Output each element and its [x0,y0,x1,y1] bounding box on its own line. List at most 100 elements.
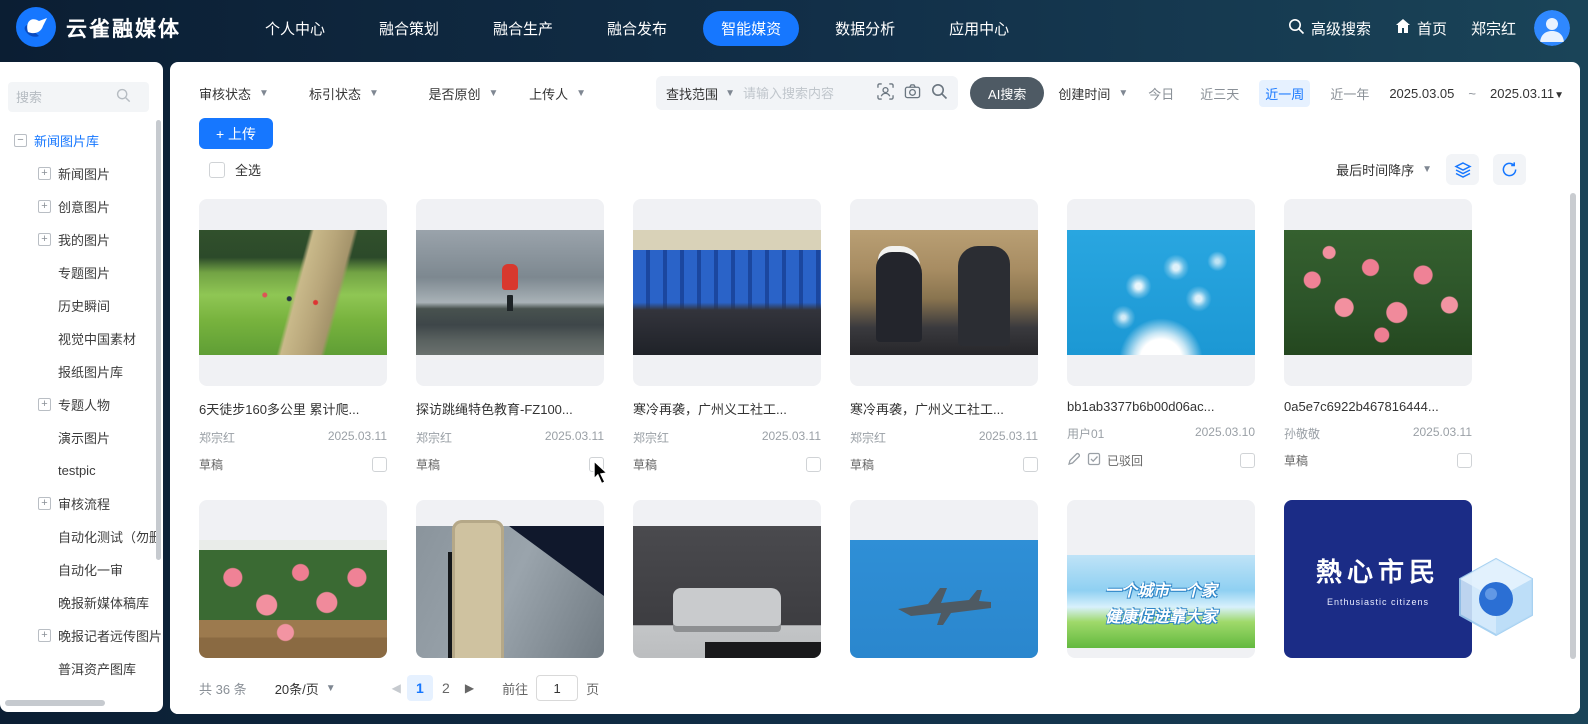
photo-dandelion-sky[interactable] [1067,230,1255,355]
time-type-dropdown[interactable]: 创建时间▼ [1058,84,1128,103]
face-search-icon[interactable] [877,83,894,103]
image-card[interactable] [850,500,1038,658]
sidebar-horizontal-scrollbar[interactable] [5,700,105,706]
avatar[interactable] [1534,10,1570,46]
tree-item-history-moments[interactable]: 历史瞬间 [0,289,163,322]
photo-enthusiastic-citizens[interactable]: 熱心市民 Enthusiastic citizens [1284,500,1472,658]
photo-volunteers-talk[interactable] [850,230,1038,355]
card-checkbox[interactable] [806,457,821,472]
card-title[interactable]: 6天徒步160多公里 累计爬... [199,399,387,418]
search-icon[interactable] [931,83,948,103]
date-from[interactable]: 2025.03.05 [1389,86,1454,101]
next-page-button[interactable]: ▶ [459,681,480,695]
card-checkbox[interactable] [372,457,387,472]
advanced-search-button[interactable]: 高级搜索 [1288,18,1371,39]
tree-item-demo-images[interactable]: 演示图片 [0,421,163,454]
nav-item-publish[interactable]: 融合发布 [589,11,685,46]
tree-item-testpic[interactable]: testpic [0,454,163,487]
card-checkbox[interactable] [1023,457,1038,472]
image-card[interactable]: 寒冷再袭，广州义工社工... 郑宗红2025.03.11 草稿 [633,199,821,473]
photo-transport-plane[interactable] [850,540,1038,658]
photo-boy-jump-rope[interactable] [416,230,604,355]
expand-icon[interactable]: + [38,167,51,180]
expand-icon[interactable]: + [38,497,51,510]
sidebar-search[interactable] [8,82,149,112]
pencil-icon[interactable] [1067,452,1081,469]
user-name[interactable]: 郑宗红 [1471,18,1516,39]
image-card[interactable] [416,500,604,658]
photo-grey-jeep[interactable] [633,526,821,658]
tree-item-news-image-library[interactable]: −新闻图片库 [0,124,163,157]
tree-item-newspaper-library[interactable]: 报纸图片库 [0,355,163,388]
sort-dropdown[interactable]: 最后时间降序▼ [1336,160,1432,179]
expand-icon[interactable]: + [38,233,51,246]
expand-icon[interactable]: + [38,200,51,213]
range-1week[interactable]: 近一周 [1259,80,1310,107]
sidebar-search-input[interactable] [16,90,116,105]
expand-icon[interactable]: + [38,398,51,411]
range-3days[interactable]: 近三天 [1194,80,1245,107]
card-title[interactable]: 寒冷再袭，广州义工社工... [633,399,821,418]
photo-hiking-group[interactable] [199,230,387,355]
tree-item-news-images[interactable]: +新闻图片 [0,157,163,190]
image-card[interactable]: 一个城市一个家 健康促进靠大家 [1067,500,1255,658]
page-size-dropdown[interactable]: 20条/页▼ [275,679,336,698]
filter-original[interactable]: 是否原创▼ [428,84,529,103]
nav-item-smart-media[interactable]: 智能媒资 [703,11,799,46]
ai-search-button[interactable]: AI搜索 [970,77,1044,109]
card-checkbox[interactable] [1240,453,1255,468]
upload-button[interactable]: + 上传 [199,118,273,149]
image-card[interactable]: 熱心市民 Enthusiastic citizens [1284,500,1472,658]
checked-box-icon[interactable] [1087,452,1101,469]
nav-item-planning[interactable]: 融合策划 [361,11,457,46]
card-title[interactable]: 0a5e7c6922b467816444... [1284,399,1472,414]
tree-item-vcg-material[interactable]: 视觉中国素材 [0,322,163,355]
card-title[interactable]: 探访跳绳特色教育-FZ100... [416,399,604,418]
card-title[interactable]: bb1ab3377b6b00d06ac... [1067,399,1255,414]
select-all-checkbox[interactable] [209,162,225,178]
range-today[interactable]: 今日 [1142,80,1180,107]
image-card[interactable]: 寒冷再袭，广州义工社工... 郑宗红2025.03.11 草稿 [850,199,1038,473]
tree-item-evening-reporter-remote[interactable]: +晚报记者远传图片 [0,619,163,652]
search-input[interactable] [743,86,869,101]
tree-item-auto-test[interactable]: 自动化测试（勿删 [0,520,163,553]
range-1year[interactable]: 近一年 [1324,80,1375,107]
photo-roses-on-fence[interactable] [199,540,387,658]
tree-item-topic-images[interactable]: 专题图片 [0,256,163,289]
expand-icon[interactable]: + [38,629,51,642]
nav-item-personal[interactable]: 个人中心 [247,11,343,46]
content-scrollbar[interactable] [1570,193,1576,659]
image-card[interactable]: 6天徒步160多公里 累计爬... 郑宗红2025.03.11 草稿 [199,199,387,473]
layers-view-button[interactable] [1446,154,1479,185]
camera-search-icon[interactable] [904,83,921,103]
tree-item-puer-asset-library[interactable]: 普洱资产图库 [0,652,163,685]
tree-item-review-flow[interactable]: +审核流程 [0,487,163,520]
tree-item-topic-people[interactable]: +专题人物 [0,388,163,421]
image-card[interactable]: bb1ab3377b6b00d06ac... 用户012025.03.10 已驳… [1067,199,1255,473]
tree-item-creative-images[interactable]: +创意图片 [0,190,163,223]
brand[interactable]: 云雀融媒体 [16,7,181,50]
search-scope-dropdown[interactable]: 查找范围▼ [666,84,735,103]
photo-city-health-banner[interactable]: 一个城市一个家 健康促进靠大家 [1067,555,1255,648]
image-card[interactable]: 探访跳绳特色教育-FZ100... 郑宗红2025.03.11 草稿 [416,199,604,473]
photo-volunteers-interview[interactable] [633,230,821,355]
sidebar-scrollbar[interactable] [156,120,161,560]
date-to[interactable]: 2025.03.11▼ [1490,86,1564,101]
photo-tan-suv[interactable] [416,526,604,658]
floating-3d-cube-widget[interactable] [1452,553,1540,641]
page-1-button[interactable]: 1 [407,675,433,701]
collapse-icon[interactable]: − [14,134,27,147]
refresh-button[interactable] [1493,154,1526,185]
photo-pink-roses[interactable] [1284,230,1472,355]
prev-page-button[interactable]: ◀ [386,681,407,695]
image-card[interactable] [633,500,821,658]
goto-page-input[interactable] [536,675,578,701]
card-checkbox[interactable] [1457,453,1472,468]
card-title[interactable]: 寒冷再袭，广州义工社工... [850,399,1038,418]
filter-index-status[interactable]: 标引状态▼ [309,84,428,103]
home-button[interactable]: 首页 [1395,18,1447,39]
filter-review-status[interactable]: 审核状态▼ [199,84,309,103]
nav-item-analytics[interactable]: 数据分析 [817,11,913,46]
nav-item-production[interactable]: 融合生产 [475,11,571,46]
page-2-button[interactable]: 2 [433,675,459,701]
